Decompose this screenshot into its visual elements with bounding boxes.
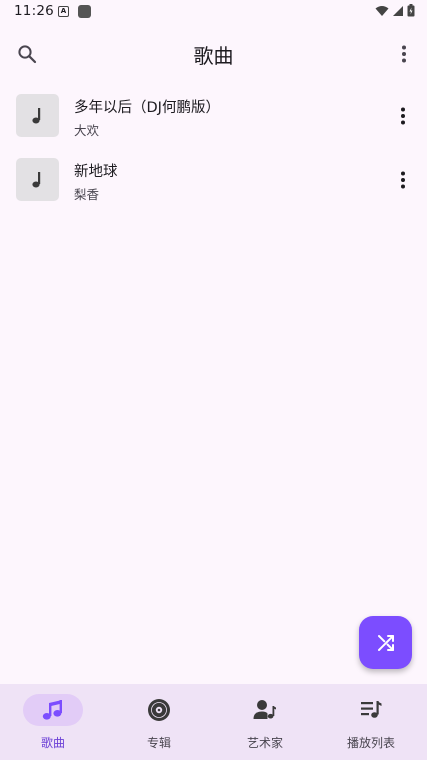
page-title: 歌曲: [193, 44, 234, 68]
signal-icon: [393, 5, 403, 16]
song-more-button[interactable]: [391, 104, 415, 128]
nav-label: 专辑: [146, 736, 171, 750]
more-vert-icon: [401, 107, 405, 125]
playlist-icon: [361, 701, 382, 718]
album-icon: [148, 699, 170, 721]
nav-icon-container: [129, 694, 189, 726]
nav-item-artists[interactable]: 艺术家: [212, 684, 318, 760]
nav-item-albums[interactable]: 专辑: [106, 684, 212, 760]
music-note-icon: [31, 171, 40, 187]
shuffle-icon: [377, 634, 394, 651]
app-screen: 11:26 A 歌曲 多年以后（DJ何鹏版） 大欢 新地球 梨香 歌曲 专辑 艺…: [0, 0, 427, 760]
shuffle-fab[interactable]: [359, 616, 412, 669]
music-note-icon: [31, 107, 40, 123]
nav-item-playlists[interactable]: 播放列表: [318, 684, 424, 760]
song-list: 多年以后（DJ何鹏版） 大欢 新地球 梨香: [0, 84, 427, 212]
nav-label: 艺术家: [246, 736, 283, 750]
song-more-button[interactable]: [391, 168, 415, 192]
song-title: 新地球: [74, 164, 118, 180]
more-vert-icon: [402, 45, 406, 63]
nav-icon-container: [341, 694, 401, 726]
nav-active-indicator: [23, 694, 83, 726]
system-icons: [375, 4, 415, 17]
more-vert-icon: [401, 171, 405, 189]
song-item[interactable]: 新地球 梨香: [0, 148, 427, 212]
artist-icon: [253, 700, 276, 719]
song-artist: 梨香: [74, 187, 100, 202]
more-options-button[interactable]: [391, 41, 417, 67]
nav-label: 播放列表: [346, 736, 395, 750]
a-icon: A: [58, 6, 69, 17]
song-title: 多年以后（DJ何鹏版）: [74, 100, 220, 116]
song-artist: 大欢: [74, 123, 100, 138]
song-item[interactable]: 多年以后（DJ何鹏版） 大欢: [0, 84, 427, 148]
song-thumbnail: [16, 158, 59, 201]
nav-label: 歌曲: [40, 736, 65, 750]
music-note-icon: [42, 700, 62, 720]
top-app-bar: 歌曲: [0, 28, 427, 80]
bottom-navigation: 歌曲 专辑 艺术家 播放列表: [0, 684, 427, 760]
status-time: 11:26: [14, 3, 54, 19]
song-thumbnail: [16, 94, 59, 137]
square-icon: [78, 5, 91, 18]
nav-item-songs[interactable]: 歌曲: [0, 684, 106, 760]
wifi-icon: [375, 5, 389, 16]
nav-icon-container: [235, 694, 295, 726]
battery-icon: [407, 4, 415, 17]
status-bar: 11:26 A: [0, 0, 427, 24]
